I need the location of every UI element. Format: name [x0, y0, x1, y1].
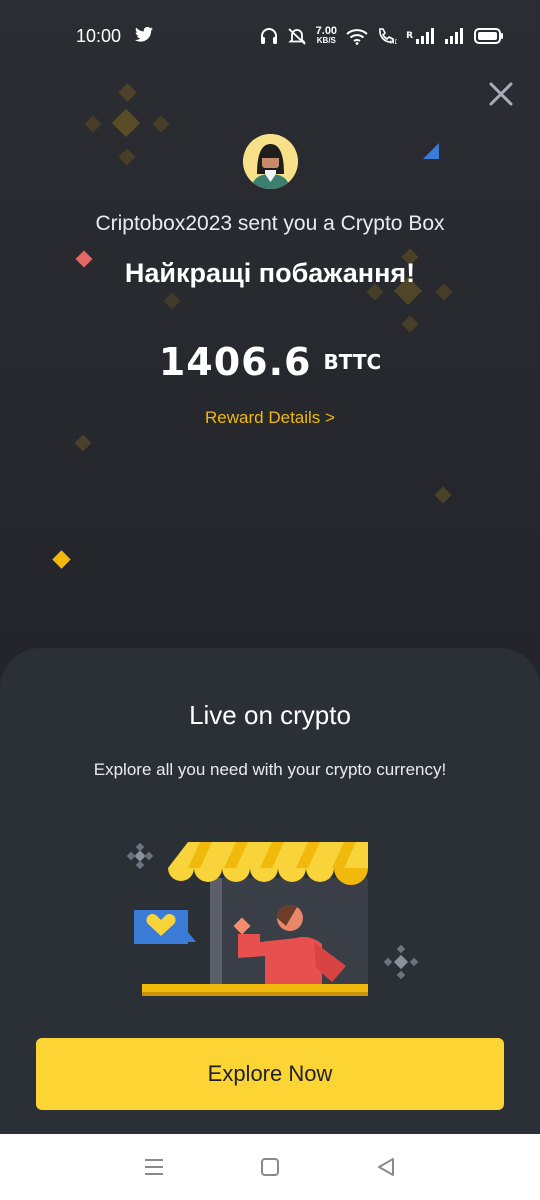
promo-title: Live on crypto: [189, 700, 351, 730]
decorative-diamond: [118, 148, 136, 166]
decorative-diamond: [111, 108, 141, 138]
signal-icon: [445, 28, 465, 44]
signal-icon: [416, 28, 436, 44]
decorative-diamond: [52, 550, 71, 569]
menu-icon: [145, 1159, 163, 1175]
home-button[interactable]: [255, 1152, 285, 1182]
net-speed-unit: KB/S: [316, 36, 336, 45]
back-button[interactable]: [371, 1152, 401, 1182]
net-speed: 7.00 KB/S: [315, 25, 338, 46]
system-navigation-bar: [0, 1134, 540, 1200]
greeting-message: Найкращі побажання!: [124, 258, 416, 288]
status-bar: 10:00 7.00 KB/S HD R: [0, 0, 540, 72]
twitter-icon: [135, 26, 154, 46]
roaming-label: R: [406, 31, 413, 41]
decorative-diamond: [84, 115, 102, 133]
decorative-triangle: [423, 143, 439, 159]
reward-details-link[interactable]: Reward Details >: [0, 408, 540, 428]
status-left: 10:00: [76, 25, 154, 47]
battery-icon: [474, 28, 504, 44]
decorative-diamond: [118, 83, 137, 102]
screen: 10:00 7.00 KB/S HD R Criptobox2023 sent …: [0, 0, 540, 1200]
close-icon: [489, 82, 513, 106]
decorative-diamond: [74, 434, 92, 452]
recent-apps-button[interactable]: [139, 1152, 169, 1182]
decorative-diamond: [163, 292, 181, 310]
promo-subtitle: Explore all you need with your crypto cu…: [93, 760, 447, 779]
net-speed-value: 7.00: [315, 25, 338, 37]
back-triangle-icon: [378, 1158, 394, 1176]
reward-currency: BTTC: [323, 350, 382, 374]
decorative-diamond: [434, 486, 452, 504]
headset-icon: [260, 27, 278, 45]
close-button[interactable]: [486, 79, 516, 109]
wifi-icon: [346, 28, 368, 45]
mute-icon: [287, 27, 307, 45]
promo-card: Live on crypto Explore all you need with…: [0, 648, 540, 1138]
storefront-illustration: [110, 838, 430, 1002]
home-square-icon: [261, 1158, 279, 1176]
call-icon: HD: [377, 27, 397, 45]
status-time: 10:00: [76, 25, 122, 46]
decorative-diamond: [401, 315, 419, 333]
amount-row: 1406.6 BTTC: [0, 340, 540, 384]
explore-now-button[interactable]: Explore Now: [36, 1038, 504, 1110]
svg-text:HD: HD: [390, 39, 397, 45]
status-right: 7.00 KB/S HD R: [260, 25, 504, 46]
decorative-diamond: [152, 115, 170, 133]
avatar: [243, 134, 298, 189]
reward-amount: 1406.6: [158, 340, 312, 384]
sender-message: Criptobox2023 sent you a Crypto Box: [95, 212, 445, 235]
